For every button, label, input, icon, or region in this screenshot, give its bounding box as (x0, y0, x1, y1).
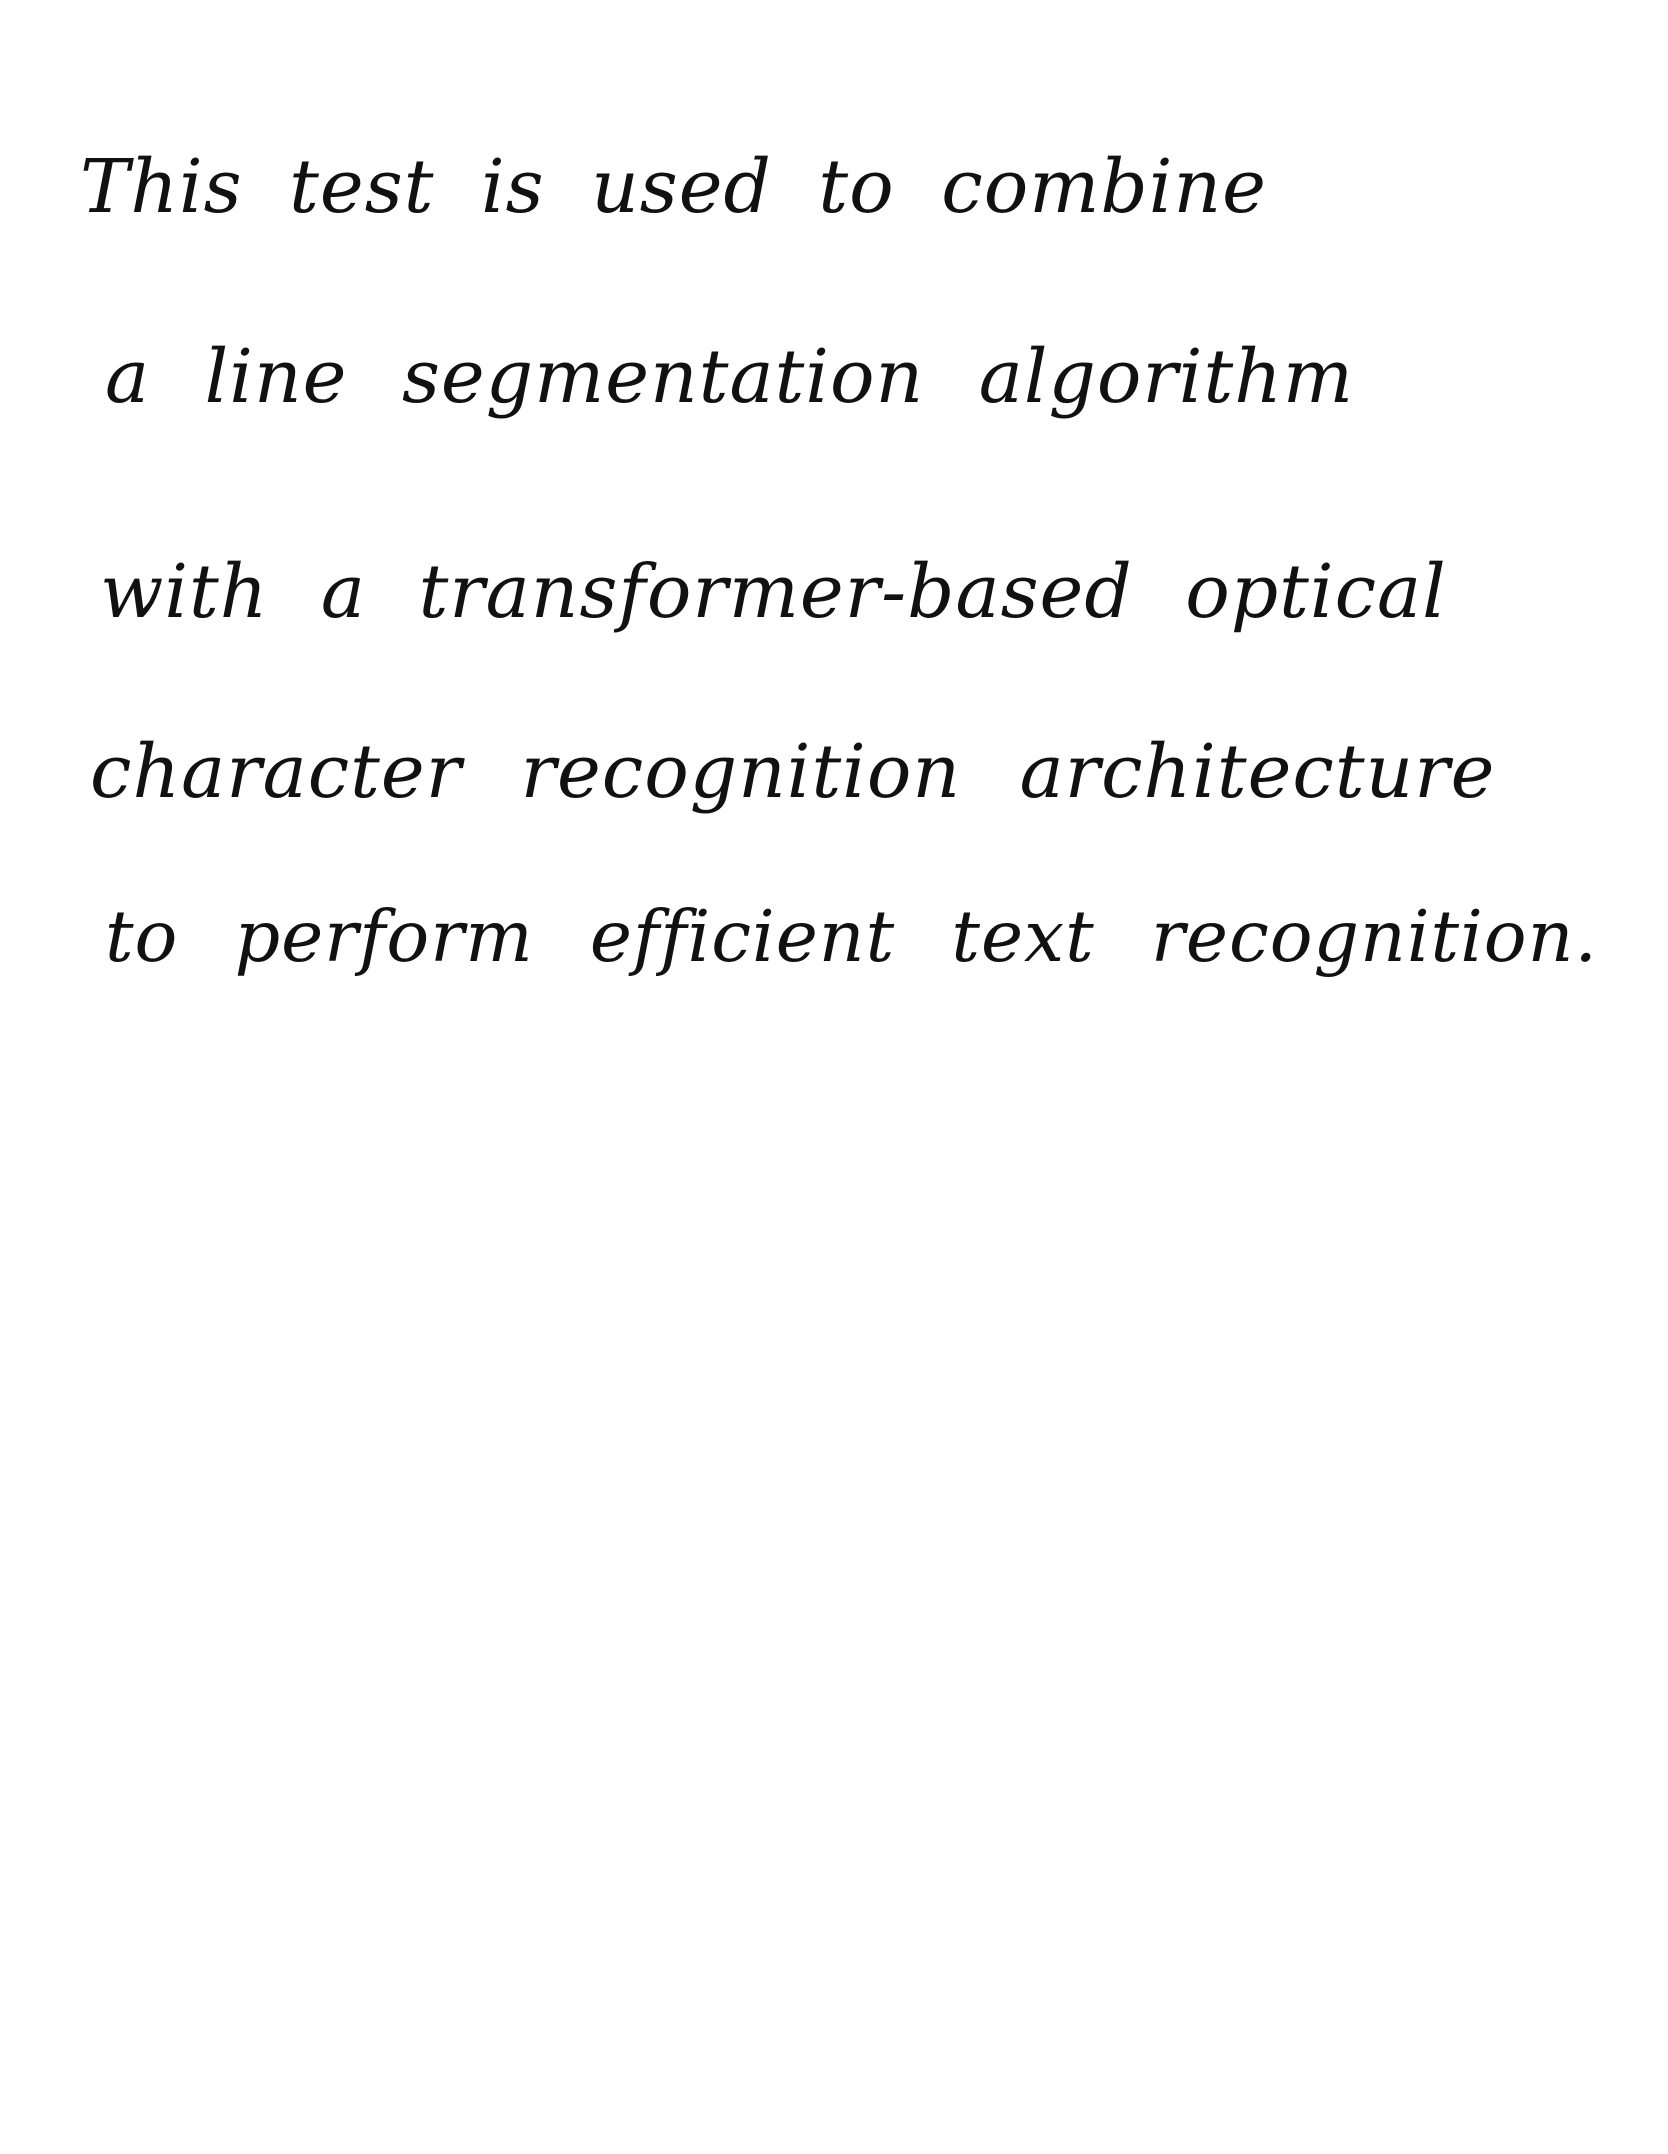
handwritten-page: This test is used to combine a line segm… (0, 0, 1668, 2154)
handwritten-line-4: character recognition architecture (90, 729, 1496, 815)
handwritten-line-3: with a transformer-based optical (100, 549, 1447, 635)
handwritten-line-2: a line segmentation algorithm (105, 334, 1355, 420)
handwritten-text-block: This test is used to combine a line segm… (0, 0, 1668, 2154)
handwritten-line-1: This test is used to combine (80, 144, 1267, 230)
handwritten-line-5: to perform efficient text recognition. (105, 895, 1598, 979)
